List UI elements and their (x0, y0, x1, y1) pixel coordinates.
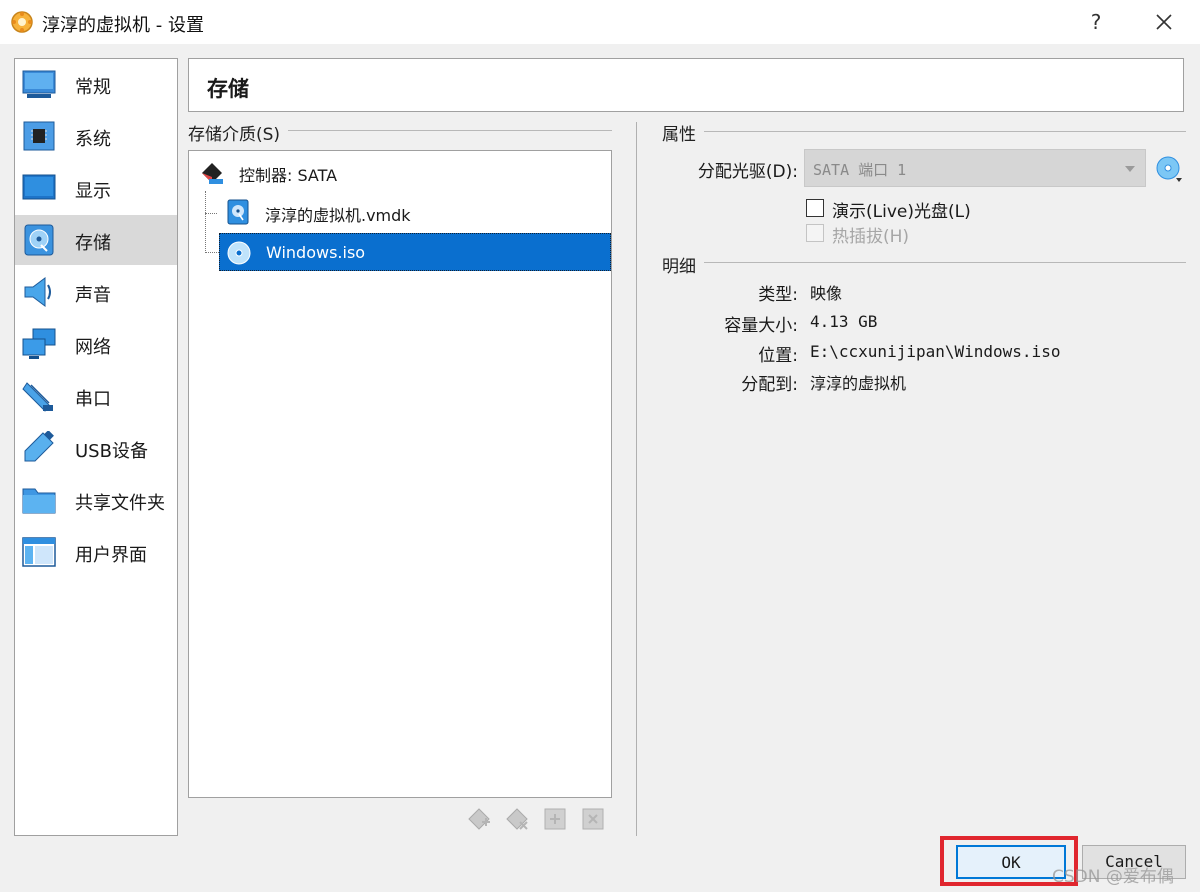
nav-item-shared-folders[interactable]: 共享文件夹 (15, 475, 177, 525)
hotplug-label: 热插拔(H) (832, 227, 910, 247)
settings-nav: 常规 系统 显示 存储 声音 网络 串口 USB设备 共享文件夹 用户界面 (14, 58, 178, 836)
title-bar: 淳淳的虚拟机 - 设置 ? (0, 0, 1200, 44)
tree-connector (205, 191, 206, 253)
audio-icon (24, 277, 51, 307)
display-icon (22, 174, 56, 200)
serial-port-icon (22, 382, 53, 412)
controller-icon (202, 163, 223, 184)
choose-disk-icon[interactable] (1154, 154, 1184, 184)
detail-key-location: 位置: (758, 346, 798, 366)
page-title: 存储 (207, 77, 249, 101)
nav-item-user-interface[interactable]: 用户界面 (15, 527, 177, 577)
details-group-line (662, 262, 1186, 263)
system-icon (23, 121, 55, 151)
attributes-group-title: 属性 (662, 120, 704, 145)
nav-item-audio[interactable]: 声音 (15, 267, 177, 317)
user-interface-icon (22, 537, 56, 567)
nav-label-general: 常规 (75, 77, 111, 98)
detail-key-type: 类型: (758, 285, 798, 305)
detail-value-attached-to: 淳淳的虚拟机 (810, 374, 907, 393)
tree-item-controller[interactable]: 控制器: SATA (199, 153, 599, 191)
nav-item-usb[interactable]: USB设备 (15, 423, 177, 473)
nav-label-audio: 声音 (75, 285, 111, 306)
nav-item-storage[interactable]: 存储 (15, 215, 177, 265)
watermark: CSDN @爱布偶 (1052, 867, 1174, 887)
window-title: 淳淳的虚拟机 - 设置 (42, 15, 204, 36)
panel-separator (636, 122, 637, 836)
remove-controller-icon[interactable] (504, 806, 530, 832)
detail-value-location: E:\ccxunijipan\Windows.iso (810, 342, 1061, 361)
hotplug-checkbox (806, 224, 824, 242)
nav-item-display[interactable]: 显示 (15, 163, 177, 213)
nav-label-serial-port: 串口 (75, 389, 111, 410)
attributes-group-line (662, 131, 1186, 132)
tree-label-hard-disk: 淳淳的虚拟机.vmdk (265, 206, 411, 225)
network-icon (22, 328, 56, 359)
details-group-title: 明细 (662, 252, 704, 277)
page-header: 存储 (188, 58, 1184, 112)
detail-value-type: 映像 (810, 284, 843, 303)
hard-disk-icon (227, 199, 249, 225)
optical-drive-value: SATA 端口 1 (813, 161, 907, 179)
nav-item-serial-port[interactable]: 串口 (15, 371, 177, 421)
storage-icon (24, 224, 54, 256)
help-button[interactable]: ? (1082, 8, 1110, 36)
storage-group-title: 存储介质(S) (188, 120, 289, 145)
detail-value-size: 4.13 GB (810, 312, 878, 331)
optical-disc-icon (227, 241, 251, 265)
usb-icon (24, 431, 54, 462)
storage-tree[interactable]: 控制器: SATA 淳淳的虚拟机.vmdk Windows.iso (188, 150, 612, 798)
nav-label-usb: USB设备 (75, 441, 148, 462)
tree-connector (205, 252, 219, 253)
general-icon (22, 70, 56, 98)
chevron-down-icon (1125, 166, 1135, 172)
tree-item-optical-disc[interactable]: Windows.iso (219, 233, 611, 271)
detail-key-size: 容量大小: (724, 316, 798, 336)
live-cd-label: 演示(Live)光盘(L) (832, 202, 971, 222)
add-attachment-icon[interactable] (542, 806, 568, 832)
virtualbox-app-icon (11, 11, 33, 33)
nav-label-storage: 存储 (75, 233, 111, 254)
drive-label: 分配光驱(D): (697, 162, 798, 182)
nav-item-general[interactable]: 常规 (15, 59, 177, 109)
optical-drive-select[interactable]: SATA 端口 1 (804, 149, 1146, 187)
close-icon[interactable] (1150, 8, 1178, 36)
nav-item-system[interactable]: 系统 (15, 111, 177, 161)
tree-label-controller: 控制器: SATA (239, 166, 338, 185)
nav-label-shared-folders: 共享文件夹 (75, 493, 165, 514)
tree-label-optical-disc: Windows.iso (266, 243, 366, 262)
remove-attachment-icon[interactable] (580, 806, 606, 832)
nav-label-display: 显示 (75, 181, 111, 202)
detail-key-attached-to: 分配到: (741, 375, 798, 395)
nav-label-user-interface: 用户界面 (75, 545, 147, 566)
nav-item-network[interactable]: 网络 (15, 319, 177, 369)
tree-item-hard-disk[interactable]: 淳淳的虚拟机.vmdk (225, 193, 605, 231)
add-controller-icon[interactable] (466, 806, 492, 832)
nav-label-system: 系统 (75, 129, 111, 150)
shared-folder-icon (22, 488, 56, 514)
live-cd-checkbox[interactable] (806, 199, 824, 217)
tree-connector (205, 213, 217, 214)
nav-label-network: 网络 (75, 337, 111, 358)
